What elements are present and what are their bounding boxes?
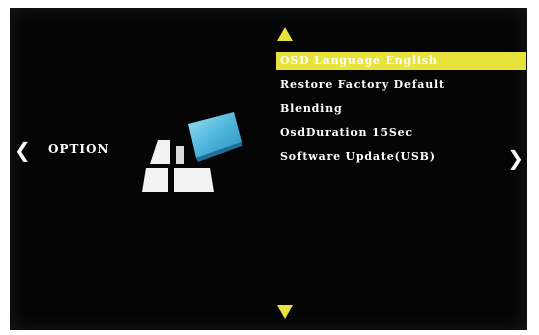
triangle-up-icon[interactable]: [276, 26, 294, 42]
osd-screen: ❮ OPTION OSD Language English Restore Fa…: [10, 8, 527, 330]
category-label: OPTION: [48, 142, 110, 156]
menu-item-restore-factory-default[interactable]: Restore Factory Default: [276, 76, 526, 94]
option-category-icon: [142, 112, 242, 192]
chevron-right-icon[interactable]: ❯: [507, 148, 524, 168]
menu-item-osd-language[interactable]: OSD Language English: [276, 52, 526, 70]
menu-item-osd-duration[interactable]: OsdDuration 15Sec: [276, 124, 526, 142]
chevron-left-icon[interactable]: ❮: [14, 140, 31, 160]
settings-menu: OSD Language English Restore Factory Def…: [276, 52, 526, 172]
menu-item-blending[interactable]: Blending: [276, 100, 526, 118]
triangle-down-icon[interactable]: [276, 304, 294, 320]
menu-item-software-update[interactable]: Software Update(USB): [276, 148, 526, 166]
